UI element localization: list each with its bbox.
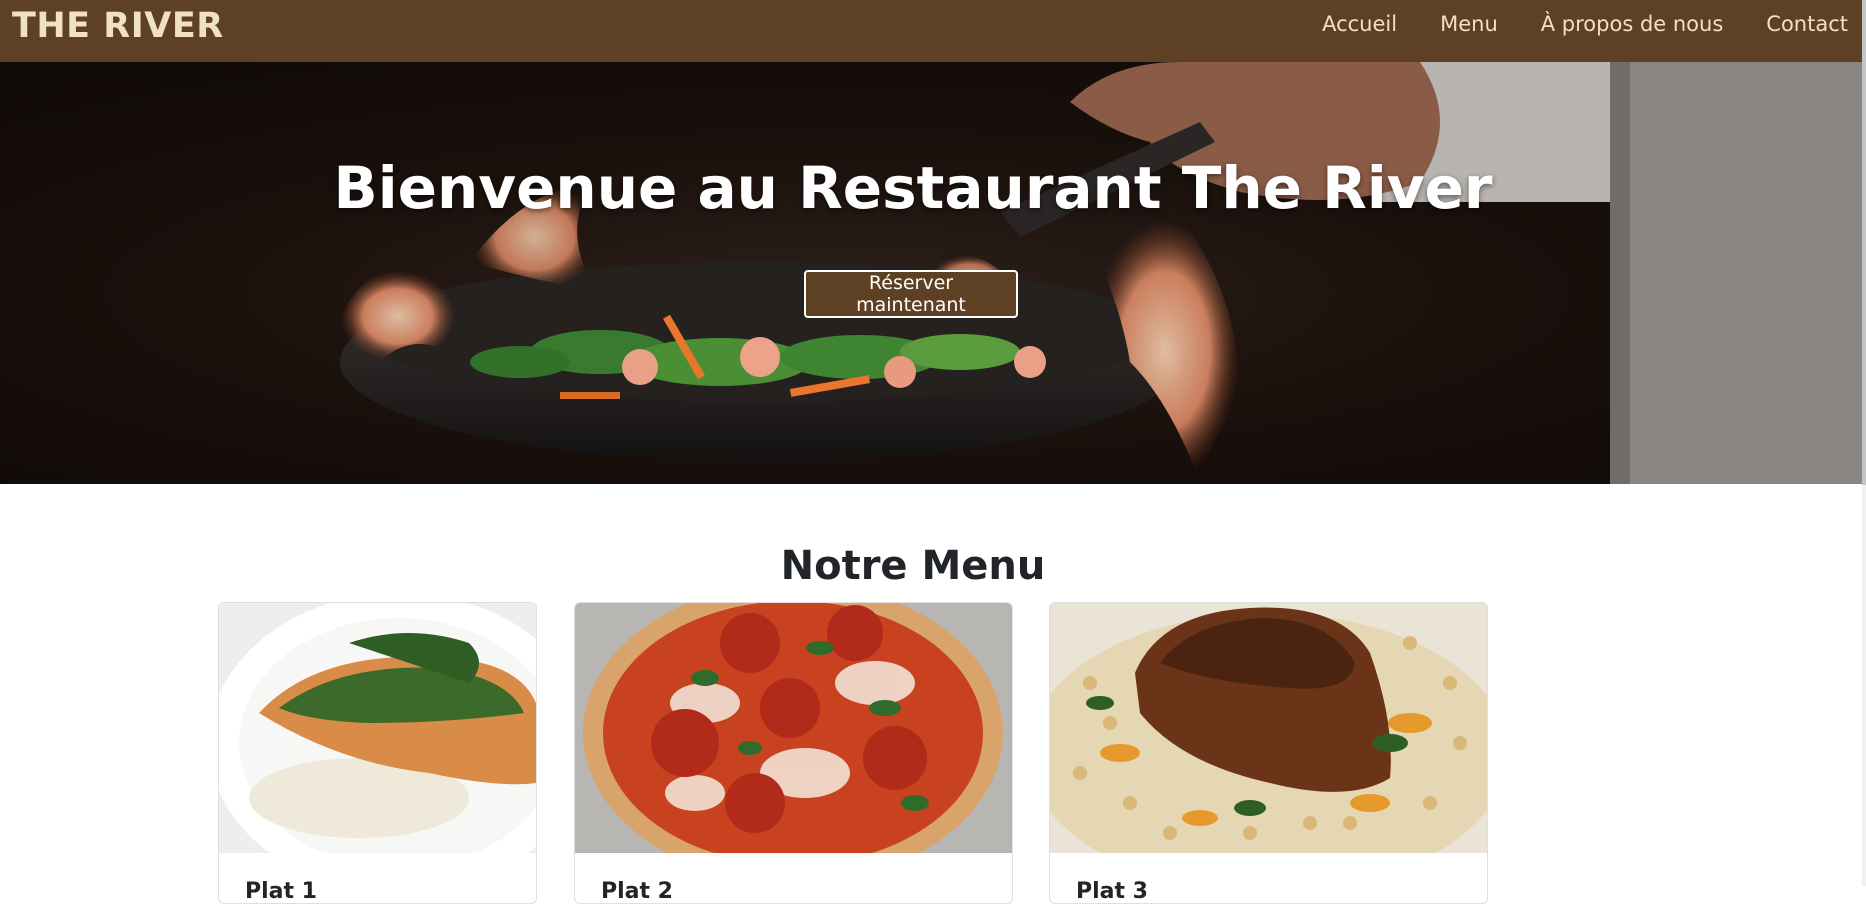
menu-card[interactable]: Plat 3 — [1049, 602, 1488, 904]
hero-title: Bienvenue au Restaurant The River — [333, 154, 1493, 222]
reserve-button[interactable]: Réserver maintenant — [804, 270, 1018, 318]
dish-image-pizza — [575, 603, 1012, 853]
scrollbar-thumb[interactable] — [1862, 0, 1866, 485]
nav-link-a-propos[interactable]: À propos de nous — [1541, 8, 1724, 40]
scrollbar-track[interactable] — [1862, 0, 1866, 886]
nav-link-contact[interactable]: Contact — [1766, 8, 1848, 40]
menu-card[interactable]: Plat 2 — [574, 602, 1013, 904]
nav-link-accueil[interactable]: Accueil — [1322, 8, 1397, 40]
menu-section-title: Notre Menu — [780, 543, 1046, 589]
card-title: Plat 1 — [245, 879, 317, 904]
nav-links: Accueil Menu À propos de nous Contact — [1279, 8, 1848, 40]
dish-image-fish — [219, 603, 536, 853]
nav-link-menu[interactable]: Menu — [1440, 8, 1498, 40]
card-title: Plat 3 — [1076, 879, 1148, 904]
navbar: THE RIVER Accueil Menu À propos de nous … — [0, 0, 1862, 62]
brand-logo[interactable]: THE RIVER — [12, 4, 224, 48]
hero-banner: Bienvenue au Restaurant The River Réserv… — [0, 62, 1862, 484]
menu-card[interactable]: Plat 1 — [218, 602, 537, 904]
dish-image-steak — [1050, 603, 1487, 853]
card-title: Plat 2 — [601, 879, 673, 904]
